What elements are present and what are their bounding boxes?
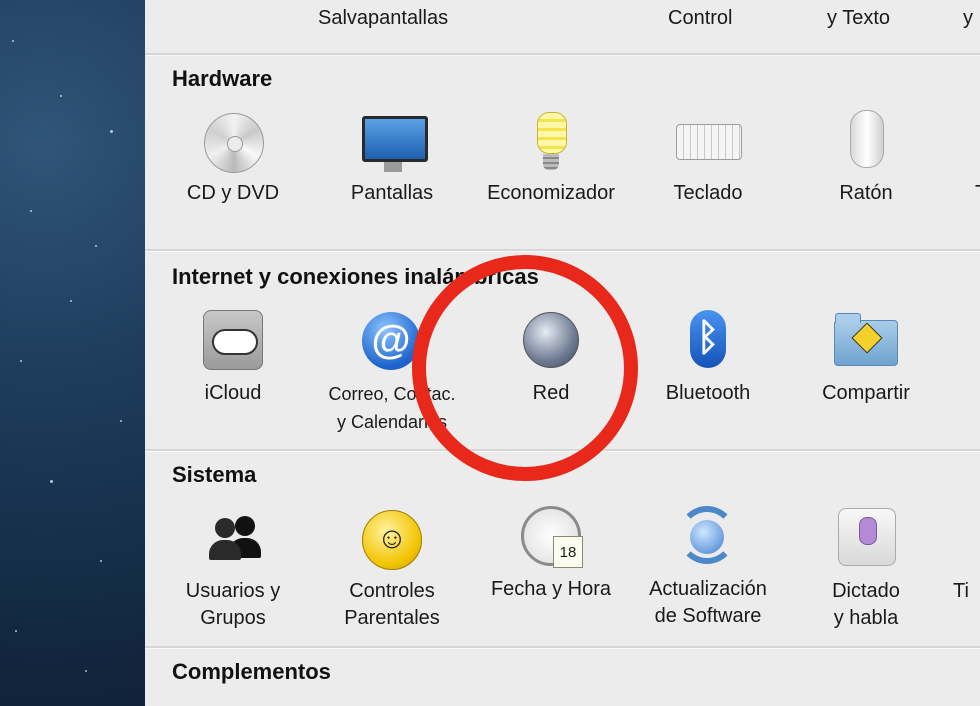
- parental-controls-icon: ☺: [360, 508, 424, 572]
- section-divider: [145, 53, 980, 56]
- pref-trackpad-partial[interactable]: T: [945, 110, 980, 207]
- pref-parental-controls[interactable]: ☺ Controles Parentales: [314, 508, 470, 632]
- pref-label: Controles Parentales: [344, 580, 440, 629]
- keyboard-icon: [676, 110, 742, 174]
- section-title-system: Sistema: [172, 462, 257, 487]
- pref-icloud[interactable]: iCloud: [155, 310, 311, 407]
- energy-saver-icon: [519, 110, 583, 174]
- section-title-other: Complementos: [172, 659, 331, 684]
- pref-energy-saver[interactable]: Economizador: [473, 110, 629, 207]
- top-item-mission-control[interactable]: Control: [668, 7, 732, 30]
- pref-date-time[interactable]: 18 Fecha y Hora: [473, 506, 629, 603]
- cd-dvd-icon: [201, 110, 265, 174]
- top-item-language-text[interactable]: y Texto: [827, 7, 890, 30]
- icloud-icon: [201, 310, 265, 374]
- pref-label: Dictado y habla: [832, 580, 900, 629]
- section-title-hardware: Hardware: [172, 66, 273, 91]
- pref-mail-contacts-calendars[interactable]: @ Correo, Contac. y Calendarios: [314, 310, 470, 436]
- mail-contacts-calendars-icon: @: [360, 310, 424, 374]
- pref-label: Economizador: [487, 182, 615, 204]
- pref-label: CD y DVD: [186, 182, 280, 204]
- pref-label: Bluetooth: [665, 382, 751, 404]
- section-divider: [145, 449, 980, 452]
- pref-label: Red: [532, 382, 570, 404]
- pref-mouse[interactable]: Ratón: [788, 110, 944, 207]
- dictation-speech-icon: [834, 508, 898, 572]
- pref-label: Ratón: [839, 182, 893, 204]
- sharing-icon: [834, 310, 898, 374]
- desktop-background: [0, 0, 145, 706]
- pref-label: Teclado: [673, 182, 743, 204]
- pref-label: Actualización de Software: [649, 578, 767, 627]
- displays-icon: [360, 110, 428, 174]
- top-item-partial[interactable]: y: [963, 7, 973, 30]
- pref-label: Pantallas: [350, 182, 434, 204]
- pref-cd-dvd[interactable]: CD y DVD: [155, 110, 311, 207]
- system-preferences-panel: Salvapantallas Control y Texto y Hardwar…: [145, 0, 980, 706]
- pref-label: Ti: [953, 580, 969, 602]
- date-time-icon: 18: [519, 506, 583, 570]
- users-groups-icon: [201, 508, 265, 572]
- pref-time-machine-partial[interactable]: Ti: [945, 508, 980, 605]
- network-icon: [519, 310, 583, 374]
- pref-label: Usuarios y Grupos: [185, 580, 281, 629]
- pref-label: Correo, Contac. y Calendarios: [328, 384, 456, 432]
- pref-label: iCloud: [204, 382, 262, 404]
- pref-bluetooth[interactable]: ᛒ Bluetooth: [630, 310, 786, 407]
- pref-software-update[interactable]: Actualización de Software: [630, 506, 786, 630]
- pref-label: Compartir: [822, 382, 910, 404]
- calendar-badge: 18: [553, 536, 583, 568]
- mouse-icon: [834, 110, 898, 174]
- pref-displays[interactable]: Pantallas: [314, 110, 470, 207]
- pref-users-groups[interactable]: Usuarios y Grupos: [155, 508, 311, 632]
- pref-dictation-speech[interactable]: Dictado y habla: [788, 508, 944, 632]
- bluetooth-icon: ᛒ: [676, 310, 740, 374]
- section-title-internet-wireless: Internet y conexiones inalámbricas: [172, 264, 539, 289]
- section-divider: [145, 646, 980, 649]
- pref-label: Fecha y Hora: [490, 578, 612, 600]
- pref-label: T: [945, 180, 980, 207]
- section-divider: [145, 249, 980, 252]
- pref-sharing[interactable]: Compartir: [788, 310, 944, 407]
- pref-keyboard[interactable]: Teclado: [630, 110, 786, 207]
- trackpad-icon: [945, 110, 980, 174]
- software-update-icon: [676, 506, 740, 570]
- top-item-desktop-screensaver[interactable]: Salvapantallas: [318, 7, 448, 30]
- time-machine-icon: [945, 508, 980, 572]
- pref-network[interactable]: Red: [473, 310, 629, 407]
